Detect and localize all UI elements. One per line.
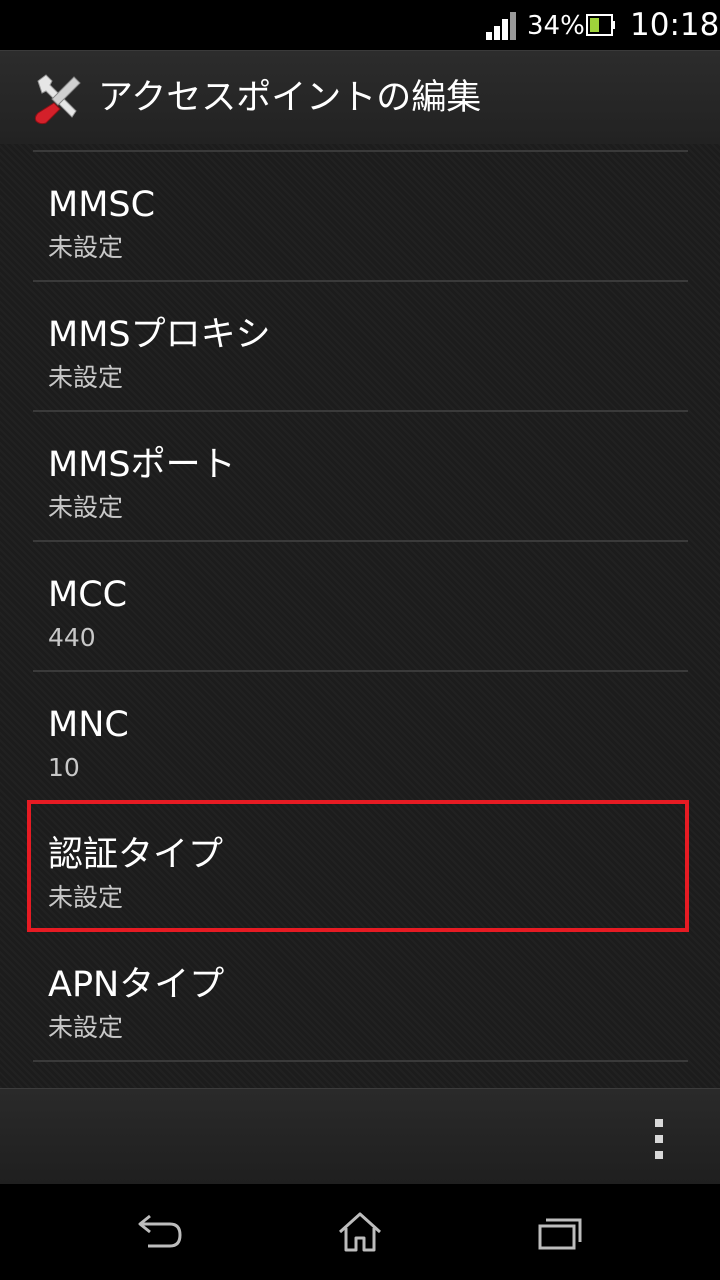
page-title: アクセスポイントの編集 bbox=[98, 78, 482, 118]
pref-summary: 未設定 bbox=[48, 1013, 124, 1042]
pref-summary: 未設定 bbox=[48, 233, 124, 262]
pref-title: MCC bbox=[48, 575, 128, 615]
pref-mnc[interactable]: MNC 10 bbox=[0, 672, 720, 802]
back-icon[interactable] bbox=[136, 1210, 184, 1254]
pref-title: MMSプロキシ bbox=[48, 315, 271, 355]
signal-icon bbox=[486, 12, 516, 40]
pref-auth-type[interactable]: 認証タイプ 未設定 bbox=[0, 802, 720, 932]
nav-bar bbox=[0, 1184, 720, 1280]
screen: 34% 10:18 アクセスポイントの編集 MMSC 未設定 MMSプロキシ 未… bbox=[0, 0, 720, 1280]
preference-list[interactable]: MMSC 未設定 MMSプロキシ 未設定 MMSポート 未設定 MCC 440 … bbox=[0, 144, 720, 1088]
battery-icon bbox=[586, 14, 615, 36]
pref-summary: 未設定 bbox=[48, 883, 124, 912]
pref-title: MMSポート bbox=[48, 445, 236, 485]
battery-percent: 34% bbox=[527, 11, 585, 41]
recent-apps-icon[interactable] bbox=[536, 1210, 584, 1254]
pref-summary: 未設定 bbox=[48, 363, 124, 392]
tools-icon bbox=[34, 74, 81, 125]
status-bar: 34% 10:18 bbox=[0, 0, 720, 50]
pref-mmsc[interactable]: MMSC 未設定 bbox=[0, 152, 720, 282]
home-icon[interactable] bbox=[336, 1210, 384, 1254]
clock: 10:18 bbox=[630, 7, 720, 43]
overflow-menu-icon[interactable] bbox=[646, 1117, 674, 1161]
pref-mms-port[interactable]: MMSポート 未設定 bbox=[0, 412, 720, 542]
pref-title: MMSC bbox=[48, 185, 156, 225]
pref-summary: 未設定 bbox=[48, 493, 124, 522]
list-divider bbox=[33, 1060, 688, 1062]
pref-title: MNC bbox=[48, 705, 129, 745]
pref-summary: 440 bbox=[48, 623, 96, 652]
action-bar: アクセスポイントの編集 bbox=[0, 50, 720, 144]
menu-bar bbox=[0, 1088, 720, 1184]
pref-mms-proxy[interactable]: MMSプロキシ 未設定 bbox=[0, 282, 720, 412]
pref-mcc[interactable]: MCC 440 bbox=[0, 542, 720, 672]
pref-apn-type[interactable]: APNタイプ 未設定 bbox=[0, 932, 720, 1062]
pref-title: 認証タイプ bbox=[48, 835, 224, 875]
pref-title: APNタイプ bbox=[48, 965, 225, 1005]
pref-summary: 10 bbox=[48, 753, 80, 782]
